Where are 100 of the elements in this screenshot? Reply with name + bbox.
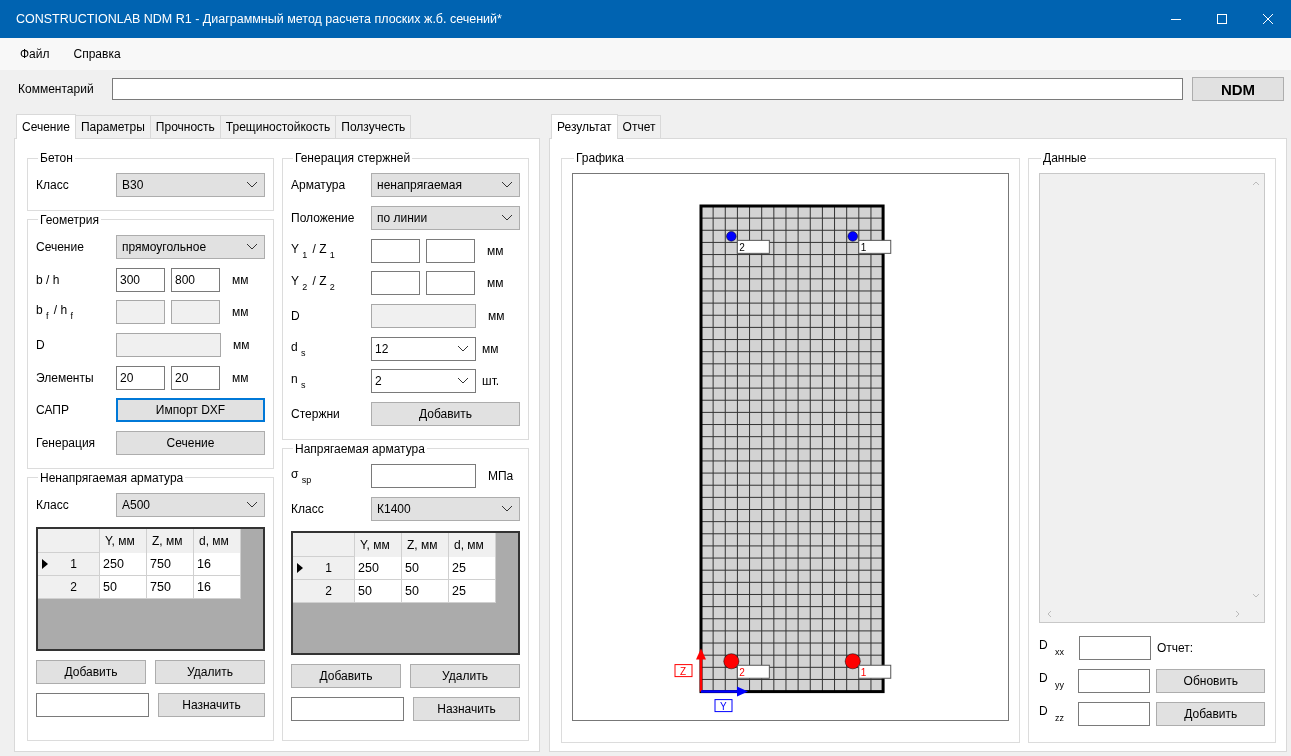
comment-field[interactable] [112,78,1183,100]
dropdown[interactable]: ненапрягаемая [371,173,520,198]
dropdown[interactable]: А500 [116,492,265,517]
field-label: D $_{xx}$ [1039,638,1065,657]
rebar-dot [726,231,737,242]
field-label: b / h [36,272,61,287]
table-cell: 25 [449,556,496,580]
input-field[interactable] [1079,635,1151,660]
input-field[interactable] [371,238,420,263]
input-field[interactable] [1078,701,1151,726]
field-label: Генерация [36,436,97,451]
input-field[interactable] [426,238,475,263]
field-label: D [36,338,46,353]
input-field[interactable] [36,693,149,718]
rebar-dot [844,653,861,670]
group-title: Графика [575,151,625,165]
action-button[interactable]: Импорт DXF [116,398,265,423]
action-button[interactable]: Добавить [36,660,146,685]
input-field[interactable]: 20 [116,365,165,390]
table-cell: 50 [402,556,449,580]
menu-item[interactable]: Файл [16,45,54,63]
field-label: Стержни [291,407,341,422]
row-header[interactable]: 2 [293,579,355,603]
unit-label: шт. [482,374,500,389]
input-field[interactable] [1078,668,1151,693]
input-field[interactable] [291,696,404,721]
ndm-button[interactable]: NDM [1192,77,1284,101]
column-header: d, мм [194,529,241,554]
field-label: Арматура [291,178,347,193]
field-label: Элементы [36,370,95,385]
z-axis-arrow [696,648,706,692]
field-label: Y $_{1}$ / Z $_{1}$ [291,241,336,260]
input-field[interactable]: 800 [171,267,220,292]
unit-label: мм [233,338,250,353]
group-title: Бетон [39,151,74,165]
comment-label: Комментарий [18,82,95,96]
group-title: Ненапрягаемая арматура [39,470,185,485]
table-cell: 25 [449,579,496,603]
row-header[interactable]: 2 [38,576,100,600]
tab[interactable]: Ползучесть [335,115,412,138]
input-field[interactable]: 300 [116,267,165,292]
chevron-down-icon [501,504,513,513]
field-label: d $_{s}$ [291,339,307,358]
scroll-down-icon[interactable] [1251,593,1260,599]
assign-button[interactable]: Назначить [413,696,520,721]
dropdown[interactable]: по линии [371,206,520,231]
axis-label: Z [674,664,693,678]
action-button[interactable]: Удалить [155,660,265,685]
dropdown[interactable]: 12 [371,336,476,361]
action-button[interactable]: Сечение [116,431,265,456]
action-button[interactable]: Добавить [1156,701,1265,726]
assign-button[interactable]: Назначить [158,693,265,718]
input-field[interactable] [426,271,475,296]
field-label: Сечение [36,240,85,255]
input-field[interactable]: 20 [171,365,220,390]
column-header: Y, мм [100,529,147,554]
scroll-left-icon[interactable] [1046,609,1052,618]
action-button[interactable]: Удалить [410,663,520,688]
action-button[interactable]: Обновить [1156,668,1265,693]
input-field[interactable] [371,271,420,296]
table-cell: 750 [147,553,194,577]
unit-label: мм [232,272,249,287]
dropdown[interactable]: 2 [371,369,476,394]
field-label: Класс [36,178,70,193]
rebar-label: 1 [858,664,892,679]
maximize-icon [1216,13,1228,25]
tab[interactable]: Результат [551,114,618,139]
tab[interactable]: Сечение [16,114,76,139]
table-cell: 750 [147,576,194,600]
row-header[interactable]: 1 [38,553,100,577]
group-title: Геометрия [39,212,100,227]
action-button[interactable]: Добавить [291,663,401,688]
chevron-down-icon [246,243,258,252]
field-label: D $_{yy}$ [1039,671,1065,690]
corner-header [293,532,355,557]
field-label: Y $_{2}$ / Z $_{2}$ [291,274,336,293]
field-label: Класс [291,501,325,516]
unit-label: мм [488,309,505,324]
field-label: σ $_{sp}$ [291,466,313,485]
menu-item[interactable]: Справка [69,45,125,63]
scroll-right-icon[interactable] [1235,609,1241,618]
table-cell: 16 [194,553,241,577]
unit-label: мм [482,341,499,356]
table-cell: 50 [355,579,402,603]
rebar-label: 2 [736,239,770,254]
field-label: b $_{f}$ / h $_{f}$ [36,303,75,322]
tab[interactable]: Отчет [616,115,662,138]
scroll-up-icon[interactable] [1251,180,1260,186]
input-field[interactable] [371,463,476,488]
table-cell: 250 [100,553,147,577]
rebar-dot [723,653,740,670]
dropdown[interactable]: прямоугольное [116,235,265,260]
dropdown[interactable]: К1400 [371,496,520,521]
dropdown[interactable]: В30 [116,173,265,198]
row-header[interactable]: 1 [293,556,355,580]
window-title: CONSTRUCTIONLAB NDM R1 - Диаграммный метод расчета плоских ж.б. сечений* [16,12,503,26]
chevron-down-icon [501,181,513,190]
table-cell: 50 [100,576,147,600]
corner-header [38,529,100,554]
action-button[interactable]: Добавить [371,402,520,427]
